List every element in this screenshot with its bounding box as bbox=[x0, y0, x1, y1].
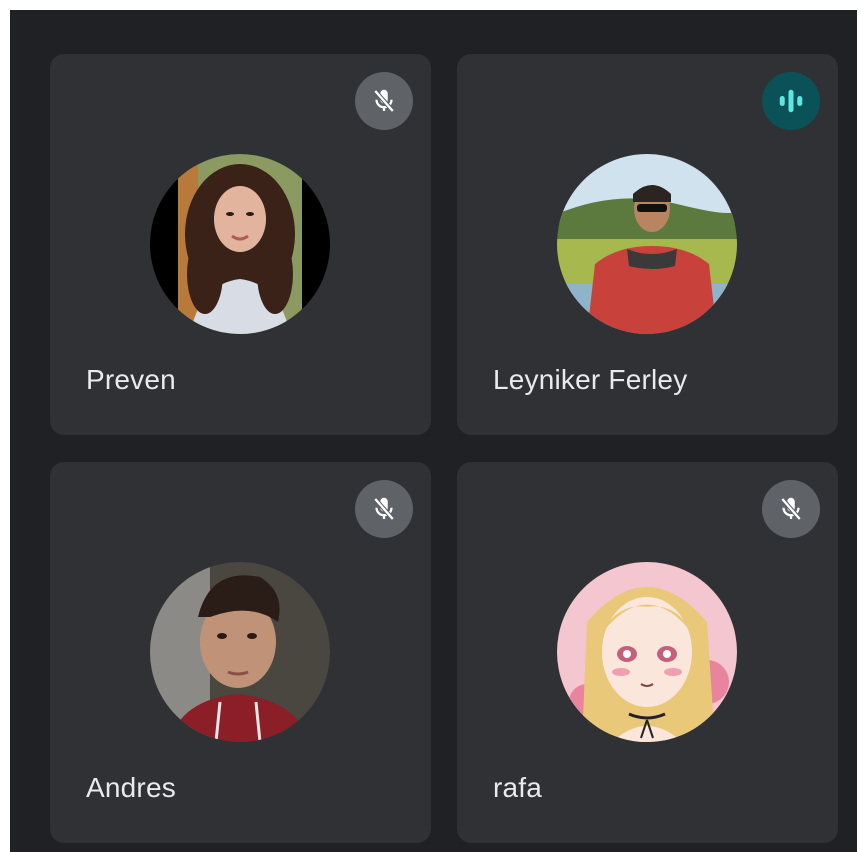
participant-tile-leyniker-ferley[interactable]: Leyniker Ferley bbox=[457, 54, 838, 435]
participant-tile-rafa[interactable]: rafa bbox=[457, 462, 838, 843]
participant-tile-preven[interactable]: Preven bbox=[50, 54, 431, 435]
participant-name: rafa bbox=[493, 772, 543, 803]
participant-name: Andres bbox=[86, 772, 176, 803]
meeting-grid-background: Preven Leyniker Ferley Andres rafa bbox=[10, 10, 857, 852]
audio-level-icon bbox=[762, 72, 820, 130]
avatar-anime-girl bbox=[557, 562, 737, 742]
participant-name: Leyniker Ferley bbox=[493, 364, 688, 395]
avatar-young-man bbox=[150, 562, 330, 742]
participant-grid: Preven Leyniker Ferley Andres rafa bbox=[50, 54, 838, 843]
mic-off-icon bbox=[762, 480, 820, 538]
mic-off-icon bbox=[355, 72, 413, 130]
participant-name: Preven bbox=[86, 364, 176, 395]
mic-off-icon bbox=[355, 480, 413, 538]
avatar-woman-curly-hair bbox=[150, 154, 330, 334]
participant-tile-andres[interactable]: Andres bbox=[50, 462, 431, 843]
avatar-man-sunglasses bbox=[557, 154, 737, 334]
